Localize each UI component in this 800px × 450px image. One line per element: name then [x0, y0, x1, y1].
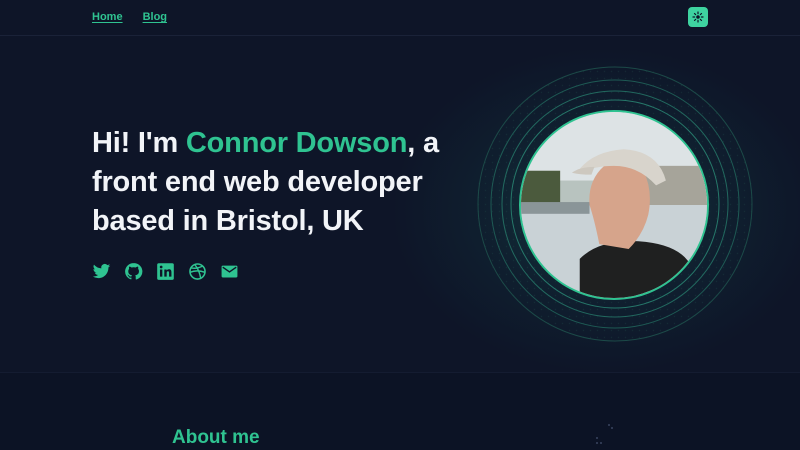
github-link[interactable]	[124, 262, 143, 281]
nav-home-link[interactable]: Home	[92, 11, 123, 23]
dribbble-icon	[189, 263, 206, 280]
page: Home Blog Hi! I'm Connor Dowson, a front…	[0, 0, 800, 450]
twitter-icon	[92, 263, 111, 279]
sun-icon	[692, 11, 704, 23]
greeting-prefix: Hi! I'm	[92, 127, 186, 159]
email-link[interactable]	[220, 262, 239, 281]
dribbble-link[interactable]	[188, 262, 207, 281]
twitter-link[interactable]	[92, 262, 111, 281]
linkedin-link[interactable]	[156, 262, 175, 281]
profile-photo	[519, 110, 709, 300]
github-icon	[125, 263, 143, 280]
main-nav: Home Blog	[92, 11, 167, 23]
theme-toggle-button[interactable]	[688, 7, 708, 27]
social-links	[92, 262, 239, 281]
decorative-dots	[596, 424, 613, 444]
email-icon	[221, 265, 238, 278]
hero-name: Connor Dowson	[185, 127, 408, 159]
header: Home Blog	[0, 0, 800, 36]
linkedin-icon	[157, 263, 174, 280]
about-section: About me	[0, 372, 800, 450]
nav-blog-link[interactable]: Blog	[143, 11, 167, 23]
about-heading: About me	[172, 427, 260, 448]
hero-heading: Hi! I'm Connor Dowson, a front end web d…	[92, 124, 482, 241]
